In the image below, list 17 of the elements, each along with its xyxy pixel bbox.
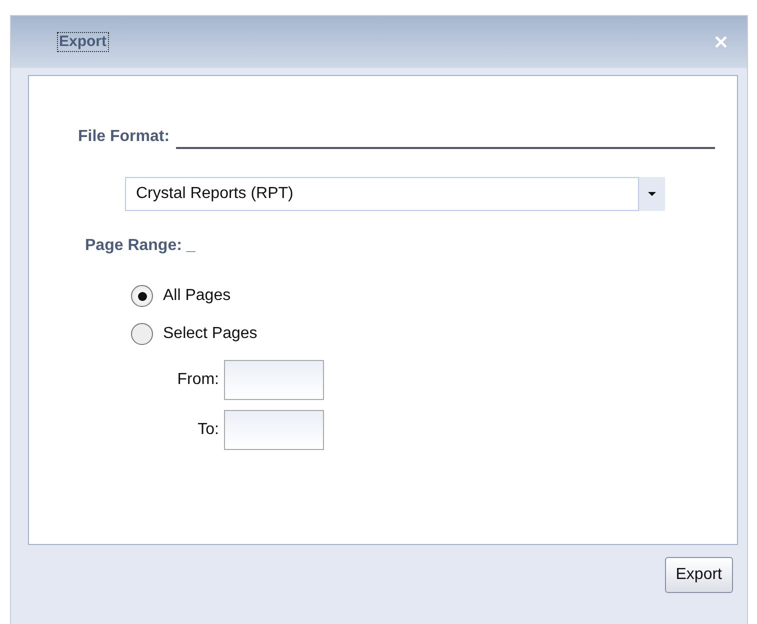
option-label[interactable]: Select Pages [163,322,258,346]
page-input-field[interactable] [224,410,324,450]
field-label: From: [177,370,219,390]
window-title: Export [57,32,109,52]
radio-option[interactable]: All Pages [131,284,715,308]
format-dropdown[interactable]: Crystal Reports (RPT) [125,177,639,211]
field-label: To: [198,420,219,440]
export-button[interactable]: Export [664,557,733,593]
caret-icon[interactable] [639,177,665,211]
option-label[interactable]: All Pages [163,284,231,308]
page-input-field[interactable] [224,360,324,400]
radio-button[interactable] [131,323,153,345]
section-heading: Page Range: _ [85,236,196,256]
close-icon[interactable] [713,34,729,50]
radio-option[interactable]: Select Pages [131,322,715,346]
radio-button[interactable] [131,285,153,307]
section-heading: File Format: [78,127,170,147]
